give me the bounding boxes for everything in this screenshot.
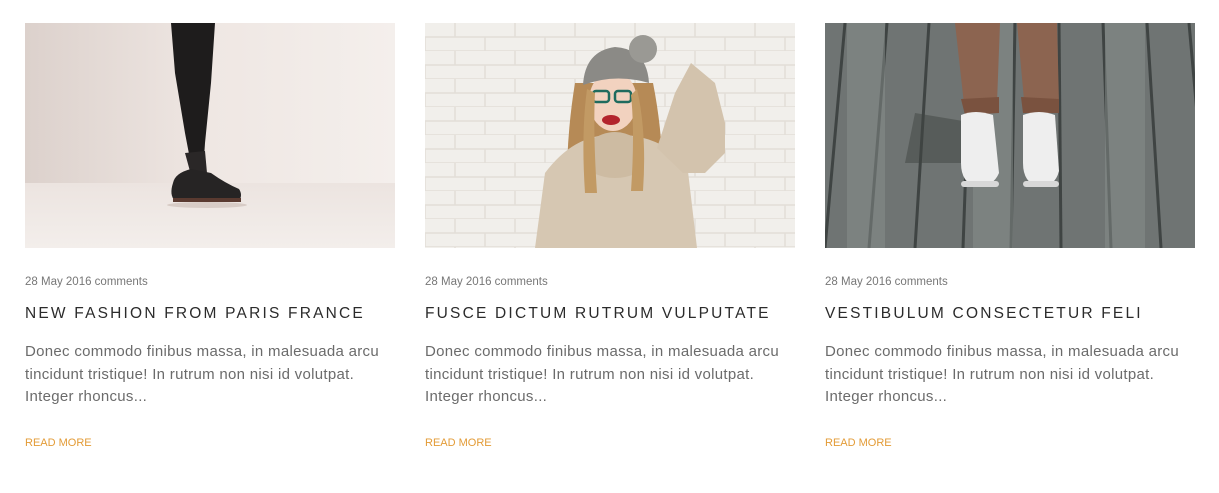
read-more-link[interactable]: READ MORE <box>25 436 92 450</box>
person-black-sneakers-photo <box>25 23 395 248</box>
post-title[interactable]: VESTIBULUM CONSECTETUR FELI <box>825 305 1195 323</box>
post-excerpt: Donec commodo finibus massa, in malesuad… <box>25 343 379 405</box>
post-excerpt: Donec commodo finibus massa, in malesuad… <box>425 343 779 405</box>
post-meta: 28 May 2016 comments <box>825 276 948 288</box>
post-title[interactable]: FUSCE DICTUM RUTRUM VULPUTATE <box>425 305 795 323</box>
read-more-link[interactable]: READ MORE <box>825 436 892 450</box>
blog-post-card: 28 May 2016 comments VESTIBULUM CONSECTE… <box>825 23 1195 449</box>
post-excerpt: Donec commodo finibus massa, in malesuad… <box>825 343 1179 405</box>
white-sneakers-wooden-deck-photo <box>825 23 1195 248</box>
woman-knit-sweater-photo <box>425 23 795 248</box>
blog-post-card: 28 May 2016 comments FUSCE DICTUM RUTRUM… <box>425 23 795 449</box>
post-thumbnail-image[interactable] <box>425 23 795 248</box>
post-meta: 28 May 2016 comments <box>25 276 148 288</box>
blog-post-grid: 28 May 2016 comments NEW FASHION FROM PA… <box>25 23 1195 449</box>
post-thumbnail-image[interactable] <box>25 23 395 248</box>
read-more-link[interactable]: READ MORE <box>425 436 492 450</box>
post-title[interactable]: NEW FASHION FROM PARIS FRANCE <box>25 305 395 323</box>
post-thumbnail-image[interactable] <box>825 23 1195 248</box>
post-meta: 28 May 2016 comments <box>425 276 548 288</box>
blog-post-card: 28 May 2016 comments NEW FASHION FROM PA… <box>25 23 395 449</box>
